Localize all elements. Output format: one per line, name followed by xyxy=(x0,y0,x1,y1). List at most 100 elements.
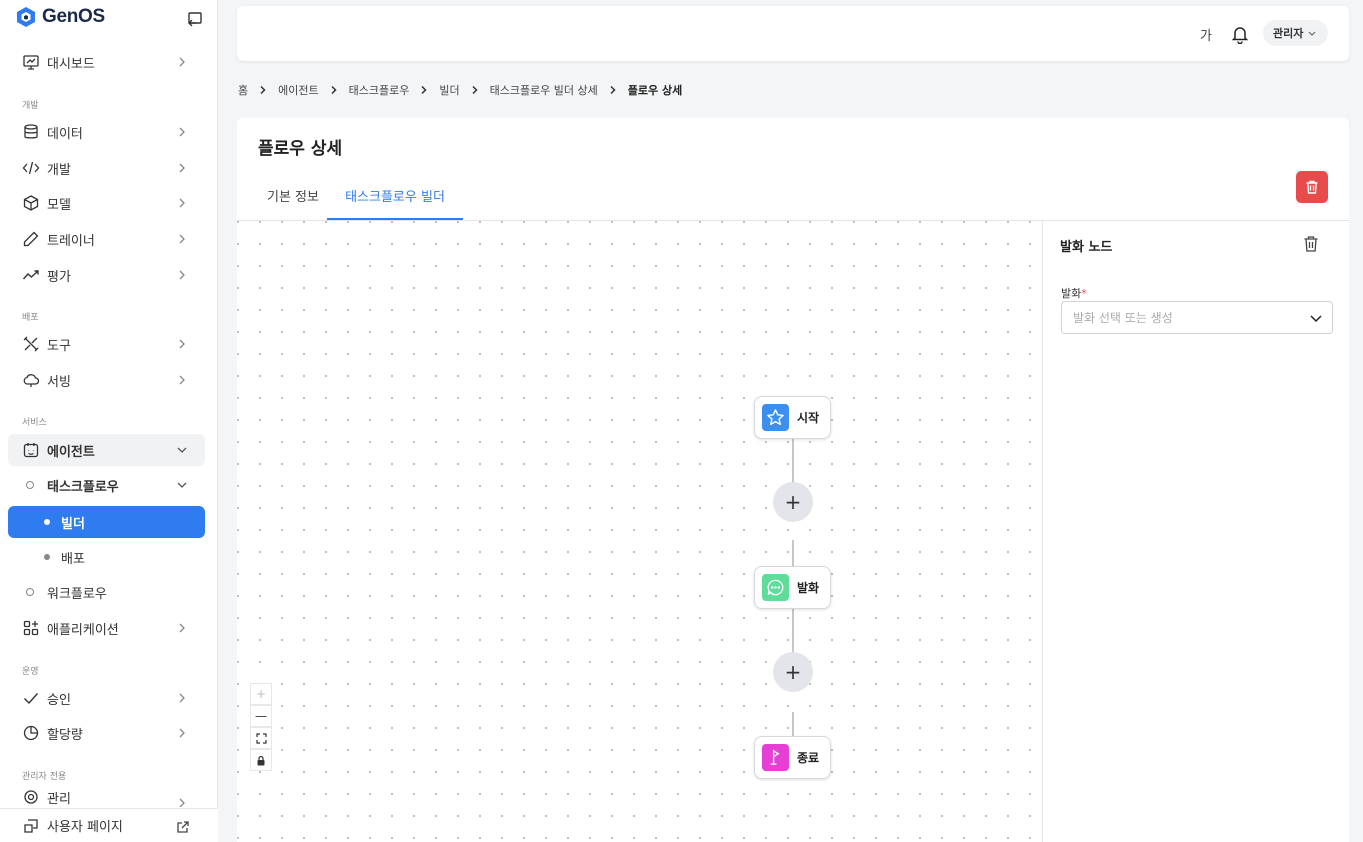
user-name: 관리자 xyxy=(1273,27,1304,40)
tab-basic-info[interactable]: 기본 정보 xyxy=(258,178,328,220)
sidebar-item-label: 배포 xyxy=(61,551,85,567)
node-panel-title: 발화 노드 xyxy=(1060,240,1113,255)
page-title: 플로우 상세 xyxy=(258,139,343,159)
node-settings-panel: 발화 노드 발화* 발화 선택 또는 생성 xyxy=(1042,221,1349,842)
sidebar-item-label: 빌더 xyxy=(61,516,85,532)
sidebar-item-dashboard[interactable]: 대시보드 xyxy=(8,46,205,78)
logo[interactable]: GenOS xyxy=(16,6,105,28)
monitor-icon xyxy=(23,55,39,70)
lock-canvas-button[interactable] xyxy=(250,749,272,771)
external-link-icon xyxy=(177,821,189,833)
sidebar-item-serving[interactable]: 서빙 xyxy=(8,364,205,396)
sidebar-item-tools[interactable]: 도구 xyxy=(8,328,205,360)
pie-chart-icon xyxy=(23,725,39,741)
chevron-right-icon xyxy=(179,163,185,173)
sidebar-item-builder[interactable]: 빌더 xyxy=(8,506,205,538)
cloud-icon xyxy=(23,374,40,387)
breadcrumb-item[interactable]: 에이전트 xyxy=(278,82,318,98)
chevron-right-icon xyxy=(179,375,185,385)
agent-icon xyxy=(23,443,39,458)
breadcrumb-item[interactable]: 태스크플로우 빌더 상세 xyxy=(490,82,598,98)
sidebar-item-admin[interactable]: 관리 xyxy=(8,787,205,807)
breadcrumb-item[interactable]: 태스크플로우 xyxy=(349,82,410,98)
chat-icon xyxy=(762,574,789,601)
sidebar-item-label: 태스크플로우 xyxy=(47,479,119,495)
sidebar-item-deploy[interactable]: 배포 xyxy=(8,541,205,573)
sidebar: GenOS 대시보드 개발 데이터 개발 모델 트레이너 평가 배포 도구 서빙… xyxy=(0,0,218,842)
user-page-icon xyxy=(24,818,38,833)
sidebar-item-label: 트레이너 xyxy=(47,233,95,249)
chevron-right-icon xyxy=(179,623,185,633)
collapse-sidebar-icon[interactable] xyxy=(186,10,204,28)
delete-flow-button[interactable] xyxy=(1296,171,1328,203)
tab-taskflow-builder[interactable]: 태스크플로우 빌더 xyxy=(327,178,463,220)
section-label-service: 서비스 xyxy=(22,418,47,428)
chevron-down-icon xyxy=(1308,31,1316,36)
sidebar-item-label: 에이전트 xyxy=(47,444,95,460)
sidebar-item-label: 평가 xyxy=(47,269,71,285)
fit-view-button[interactable] xyxy=(250,727,272,749)
language-toggle[interactable]: 가 xyxy=(1200,25,1212,44)
flag-icon xyxy=(762,744,789,771)
section-label-dev: 개발 xyxy=(22,101,39,111)
chevron-down-icon xyxy=(177,482,187,488)
flow-canvas[interactable]: 시작 + 발화 + 종료 + — xyxy=(237,221,1041,842)
bullet-icon xyxy=(44,554,50,560)
add-node-button[interactable]: + xyxy=(773,652,813,692)
star-icon xyxy=(762,404,789,431)
top-header: 가 관리자 xyxy=(237,6,1349,61)
user-page-link[interactable]: 사용자 페이지 xyxy=(0,808,218,842)
breadcrumb-item[interactable]: 홈 xyxy=(238,82,248,98)
flow-node-start[interactable]: 시작 xyxy=(754,396,831,439)
chevron-right-icon xyxy=(179,798,185,807)
sidebar-item-approval[interactable]: 승인 xyxy=(8,682,205,714)
field-label-text: 발화 xyxy=(1061,287,1082,300)
sidebar-item-label: 모델 xyxy=(47,197,71,213)
sidebar-item-model[interactable]: 모델 xyxy=(8,187,205,219)
bell-icon[interactable] xyxy=(1231,24,1249,44)
sidebar-item-workflow[interactable]: 워크플로우 xyxy=(8,576,205,608)
flow-node-utterance[interactable]: 발화 xyxy=(754,566,831,609)
bullet-icon xyxy=(44,519,50,525)
trend-icon xyxy=(22,270,39,280)
breadcrumb-item[interactable]: 빌더 xyxy=(439,82,459,98)
zoom-out-button[interactable]: — xyxy=(250,705,272,727)
chevron-right-icon xyxy=(260,85,266,95)
lock-icon xyxy=(257,755,265,765)
user-menu[interactable]: 관리자 xyxy=(1263,20,1328,46)
section-label-deploy: 배포 xyxy=(22,313,39,323)
chevron-right-icon xyxy=(179,57,185,67)
chevron-right-icon xyxy=(179,127,185,137)
cube-icon xyxy=(23,195,39,211)
chevron-right-icon xyxy=(331,85,337,95)
chevron-right-icon xyxy=(610,85,616,95)
sidebar-item-label: 애플리케이션 xyxy=(47,622,119,638)
sidebar-item-dev[interactable]: 개발 xyxy=(8,152,205,184)
chevron-right-icon xyxy=(179,198,185,208)
add-node-button[interactable]: + xyxy=(773,482,813,522)
sidebar-item-agent[interactable]: 에이전트 xyxy=(8,434,205,466)
sidebar-item-label: 서빙 xyxy=(47,374,71,390)
apps-icon xyxy=(23,620,39,636)
sidebar-item-trainer[interactable]: 트레이너 xyxy=(8,223,205,255)
pencil-icon xyxy=(23,231,39,247)
code-icon xyxy=(22,161,40,175)
sidebar-item-eval[interactable]: 평가 xyxy=(8,259,205,291)
sidebar-item-label: 개발 xyxy=(47,162,71,178)
zoom-in-button[interactable]: + xyxy=(250,683,272,705)
sidebar-item-application[interactable]: 애플리케이션 xyxy=(8,612,205,644)
chevron-down-icon xyxy=(177,447,187,453)
check-icon xyxy=(24,693,39,705)
trash-icon[interactable] xyxy=(1303,235,1319,253)
breadcrumb-current: 플로우 상세 xyxy=(627,84,683,97)
chevron-right-icon xyxy=(472,85,478,95)
flow-node-end[interactable]: 종료 xyxy=(754,736,831,779)
fullscreen-icon xyxy=(255,732,267,744)
sidebar-item-label: 데이터 xyxy=(47,126,83,142)
utterance-select[interactable]: 발화 선택 또는 생성 xyxy=(1061,301,1333,334)
section-label-admin-only: 관리자 전용 xyxy=(22,772,67,782)
sidebar-item-taskflow[interactable]: 태스크플로우 xyxy=(8,469,205,501)
sidebar-item-quota[interactable]: 할당량 xyxy=(8,717,205,749)
chevron-down-icon xyxy=(1310,315,1322,323)
sidebar-item-data[interactable]: 데이터 xyxy=(8,116,205,148)
